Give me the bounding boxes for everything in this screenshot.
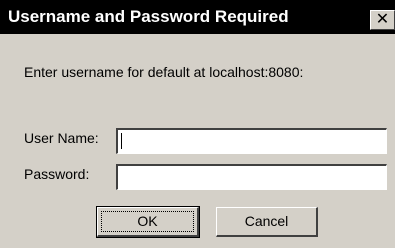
password-field[interactable] [116, 164, 387, 190]
ok-button[interactable]: OK [96, 206, 200, 238]
auth-dialog: Username and Password Required ✕ Enter u… [0, 0, 395, 248]
close-button[interactable]: ✕ [370, 10, 395, 30]
close-icon: ✕ [375, 11, 390, 28]
text-caret [121, 133, 122, 149]
prompt-text: Enter username for default at localhost:… [24, 64, 304, 80]
cancel-button-label: Cancel [244, 213, 289, 229]
username-field[interactable] [116, 128, 387, 154]
dialog-title: Username and Password Required [8, 7, 289, 26]
username-label: User Name: [24, 130, 99, 146]
ok-button-label: OK [137, 213, 158, 229]
title-bar[interactable]: Username and Password Required ✕ [0, 0, 395, 34]
cancel-button[interactable]: Cancel [216, 207, 318, 237]
password-label: Password: [24, 166, 90, 182]
